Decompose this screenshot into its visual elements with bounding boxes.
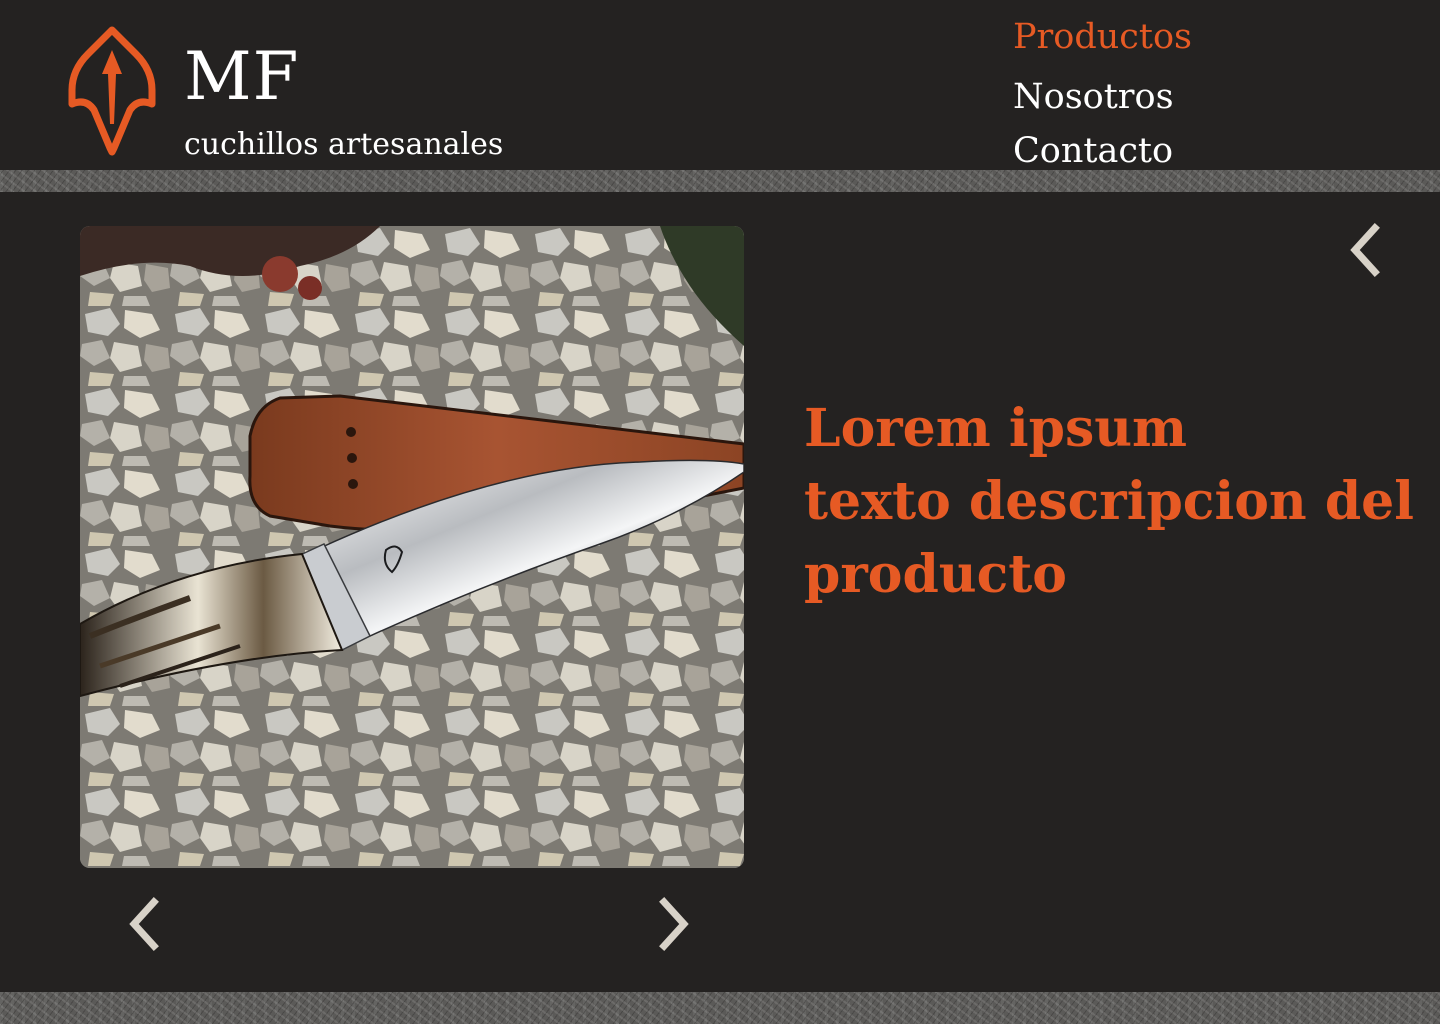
site-header: MF cuchillos artesanales Productos Nosot… <box>0 0 1440 170</box>
description-line: producto <box>804 544 1067 605</box>
product-image <box>80 226 744 868</box>
back-chevron-left-icon[interactable] <box>1345 222 1385 278</box>
nav-productos[interactable]: Productos <box>1013 20 1192 55</box>
arrowhead-logo-icon[interactable] <box>68 24 156 156</box>
nav-nosotros[interactable]: Nosotros <box>1013 80 1174 115</box>
prev-image-chevron-left-icon[interactable] <box>124 896 164 952</box>
brand-subtitle: cuchillos artesanales <box>184 127 504 162</box>
stone-divider-top <box>0 170 1440 192</box>
product-description: Lorem ipsum texto descripcion del produc… <box>804 392 1415 611</box>
stone-divider-bottom <box>0 992 1440 1024</box>
next-image-chevron-right-icon[interactable] <box>654 896 694 952</box>
brand-title: MF <box>184 38 300 115</box>
description-line: texto descripcion del <box>804 471 1415 532</box>
nav-contacto[interactable]: Contacto <box>1013 134 1173 169</box>
description-line: Lorem ipsum <box>804 398 1188 459</box>
